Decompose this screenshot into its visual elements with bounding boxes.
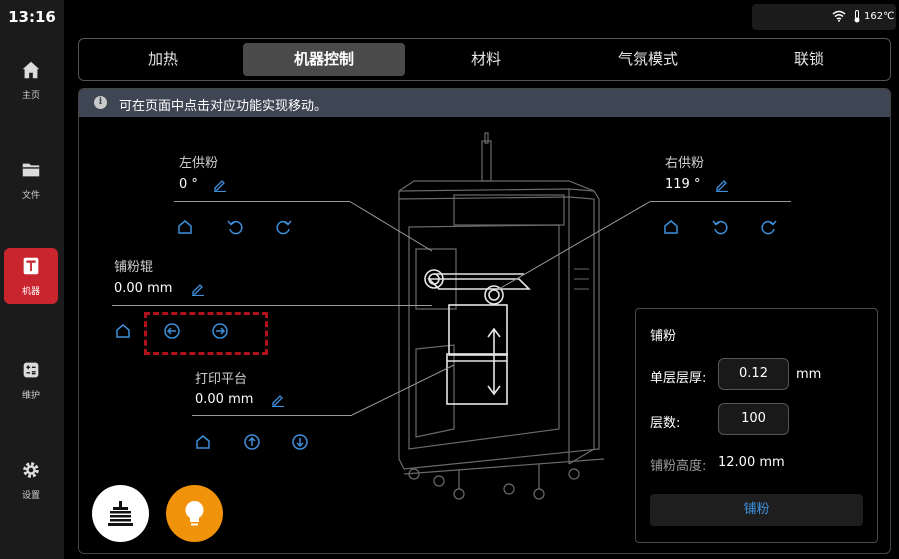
left-feeder-rotate-ccw-button[interactable] bbox=[226, 218, 244, 236]
sidebar-item-maintenance[interactable]: 维护 bbox=[4, 352, 58, 408]
right-feeder-value: 119 ° bbox=[665, 177, 701, 192]
powder-spread-panel: 铺粉 单层层厚: 0.12 mm 层数: 100 铺粉高度: 12.00 mm … bbox=[635, 308, 878, 543]
light-toggle-button[interactable] bbox=[166, 485, 223, 542]
layer-thickness-label: 单层层厚: bbox=[650, 371, 707, 386]
thermometer-icon bbox=[854, 10, 860, 23]
tab-interlock[interactable]: 联锁 bbox=[729, 43, 889, 76]
gear-icon bbox=[23, 462, 39, 478]
sidebar-item-home[interactable]: 主页 bbox=[4, 52, 58, 108]
edit-icon[interactable] bbox=[271, 393, 285, 407]
powder-panel-title: 铺粉 bbox=[650, 329, 677, 344]
edit-icon[interactable] bbox=[191, 282, 205, 296]
home-icon bbox=[22, 61, 40, 79]
right-feeder-label: 右供粉 bbox=[665, 156, 705, 171]
sidebar-item-machine[interactable]: 机器 bbox=[4, 248, 58, 304]
sidebar-item-label: 文件 bbox=[21, 191, 40, 201]
left-feeder-value: 0 ° bbox=[179, 177, 198, 192]
sidebar-item-label: 维护 bbox=[21, 391, 40, 401]
powder-height-value: 12.00 mm bbox=[718, 455, 785, 470]
sidebar-item-label: 设置 bbox=[21, 491, 40, 501]
sidebar: 13:16 主页 文件 机器 维护 设置 bbox=[0, 0, 64, 559]
right-feeder-rotate-ccw-button[interactable] bbox=[711, 218, 729, 236]
platform-move-up-button[interactable] bbox=[243, 433, 261, 451]
spread-powder-button[interactable]: 铺粉 bbox=[650, 494, 863, 526]
roller-move-left-button[interactable] bbox=[163, 322, 181, 340]
spread-tool-button[interactable] bbox=[92, 485, 149, 542]
platform-label: 打印平台 bbox=[195, 372, 248, 387]
maintenance-icon bbox=[23, 362, 39, 378]
edit-icon[interactable] bbox=[213, 178, 227, 192]
layer-count-label: 层数: bbox=[650, 416, 681, 431]
wifi-icon bbox=[832, 10, 846, 22]
folder-icon bbox=[22, 163, 40, 177]
clock: 13:16 bbox=[8, 8, 56, 26]
layer-thickness-input[interactable]: 0.12 bbox=[718, 358, 789, 390]
right-feeder-home-button[interactable] bbox=[662, 218, 680, 236]
sidebar-item-label: 主页 bbox=[21, 91, 40, 101]
lightbulb-icon bbox=[185, 501, 204, 526]
tab-atmosphere-mode[interactable]: 气氛模式 bbox=[567, 43, 729, 76]
left-feeder-rotate-cw-button[interactable] bbox=[275, 218, 293, 236]
temperature-readout: 162℃ bbox=[864, 11, 895, 22]
layer-count-input[interactable]: 100 bbox=[718, 403, 789, 435]
platform-move-down-button[interactable] bbox=[291, 433, 309, 451]
tab-machine-control[interactable]: 机器控制 bbox=[243, 43, 405, 76]
powder-height-label: 铺粉高度: bbox=[650, 459, 707, 474]
roller-move-right-button[interactable] bbox=[211, 322, 229, 340]
platform-home-button[interactable] bbox=[194, 433, 212, 451]
tab-material[interactable]: 材料 bbox=[405, 43, 567, 76]
roller-label: 铺粉辊 bbox=[114, 260, 154, 275]
sidebar-item-label: 机器 bbox=[21, 287, 40, 297]
platform-value: 0.00 mm bbox=[195, 392, 254, 407]
machine-control-panel: i 可在页面中点击对应功能实现移动。 左供粉 0 ° 右供粉 119 ° 铺粉辊… bbox=[78, 88, 891, 554]
machine-icon bbox=[23, 257, 39, 275]
left-feeder-home-button[interactable] bbox=[176, 218, 194, 236]
left-feeder-label: 左供粉 bbox=[179, 156, 219, 171]
right-feeder-rotate-cw-button[interactable] bbox=[760, 218, 778, 236]
status-bar: 162℃ bbox=[752, 4, 896, 30]
spread-tool-icon bbox=[108, 501, 133, 526]
tab-bar: 加热 机器控制 材料 气氛模式 联锁 bbox=[78, 38, 891, 81]
roller-home-button[interactable] bbox=[114, 322, 132, 340]
edit-icon[interactable] bbox=[715, 178, 729, 192]
tab-heating[interactable]: 加热 bbox=[83, 43, 243, 76]
sidebar-item-files[interactable]: 文件 bbox=[4, 152, 58, 208]
roller-value: 0.00 mm bbox=[114, 281, 173, 296]
sidebar-item-settings[interactable]: 设置 bbox=[4, 452, 58, 508]
layer-thickness-unit: mm bbox=[796, 367, 822, 382]
